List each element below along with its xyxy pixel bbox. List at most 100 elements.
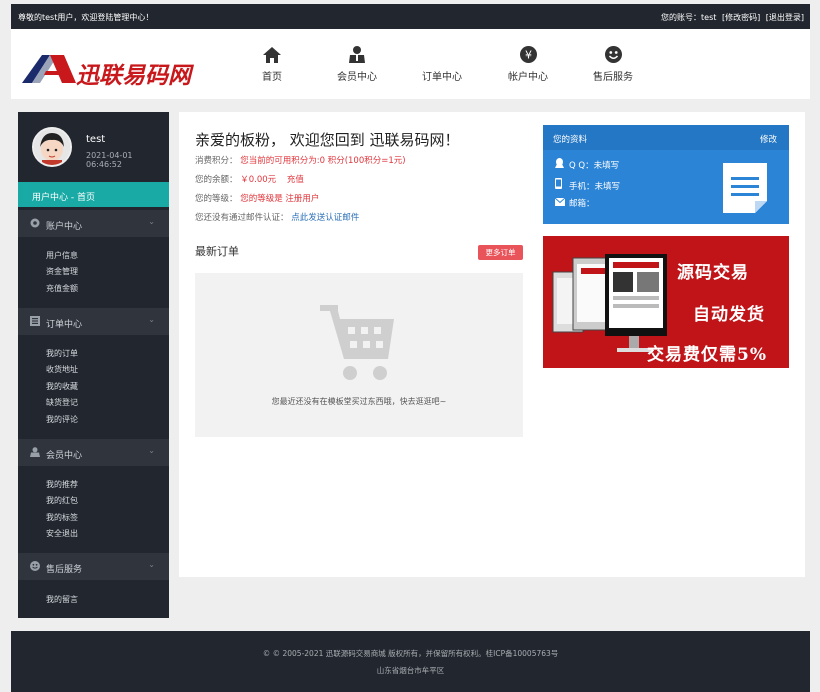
- phone-row: 手机：未填写: [555, 178, 620, 192]
- sidebar: test 2021-04-01 06:46:52 用户中心 - 首页 账户中心 …: [18, 112, 169, 618]
- sidebar-current-page[interactable]: 用户中心 - 首页: [18, 182, 169, 207]
- email-verify-label: 您还没有通过邮件认证：: [195, 213, 289, 223]
- chevron-down-icon: ⌄: [148, 315, 155, 324]
- sidebar-item-out-of-stock[interactable]: 缺货登记: [46, 395, 78, 411]
- copyright-text: © © 2005-2021 迅联源码交易商城 版权所有，并保留所有权利。桂ICP…: [262, 649, 559, 658]
- qq-value: 未填写: [593, 161, 620, 171]
- sidebar-item-user-info[interactable]: 用户信息: [46, 248, 78, 264]
- level-line: 您的等级： 您的等级是 注册用户: [195, 192, 319, 204]
- nav-account-center[interactable]: ¥ 帐户中心: [493, 41, 563, 83]
- qq-row: Q Q：未填写: [555, 158, 619, 171]
- smile-icon: [578, 41, 648, 63]
- member-icon: [322, 41, 392, 63]
- qq-icon: [555, 158, 569, 171]
- send-verification-link[interactable]: 点此发送认证邮件: [291, 213, 359, 223]
- mail-icon: [554, 197, 569, 209]
- sidebar-section-member[interactable]: 会员中心 ⌄: [18, 439, 169, 466]
- phone-label: 手机：: [569, 182, 595, 192]
- banner-line-2: 自动发货: [693, 305, 765, 325]
- chevron-down-icon: ⌄: [148, 560, 155, 569]
- profile-card-title: 您的资料: [553, 135, 588, 145]
- nav-home-label: 首页: [262, 72, 282, 83]
- logo-mark-icon: [22, 55, 76, 83]
- sidebar-item-tags[interactable]: 我的标签: [46, 510, 78, 526]
- change-password-link[interactable]: [修改密码]: [722, 13, 760, 22]
- profile-card-header: 您的资料 修改: [543, 125, 789, 150]
- sidebar-section-account[interactable]: 账户中心 ⌄: [18, 210, 169, 237]
- orders-empty-state: 您最近还没有在模板堂买过东西哦，快去逛逛吧~: [195, 273, 523, 437]
- account-links: 您的账号：test [修改密码] [退出登录]: [658, 12, 804, 23]
- sidebar-section-title: 售后服务: [46, 565, 83, 575]
- site-logo[interactable]: 迅联易码网: [20, 53, 192, 89]
- top-bar: 尊敬的test用户，欢迎登陆管理中心！ 您的账号：test [修改密码] [退出…: [11, 4, 810, 29]
- recharge-link[interactable]: 充值: [287, 175, 304, 185]
- sidebar-item-referrals[interactable]: 我的推荐: [46, 477, 78, 493]
- sidebar-after-sales-items: 我的留言: [46, 592, 78, 608]
- chevron-down-icon: ⌄: [148, 446, 155, 455]
- nav-after-sales[interactable]: 售后服务: [578, 41, 648, 83]
- sidebar-account-items: 用户信息 资金管理 充值金额: [46, 248, 78, 297]
- username: test: [86, 134, 106, 145]
- sidebar-section-after-sales[interactable]: 售后服务 ⌄: [18, 553, 169, 580]
- sidebar-item-coupons[interactable]: 我的红包: [46, 493, 78, 509]
- sidebar-section-title: 会员中心: [46, 451, 83, 461]
- svg-text:¥: ¥: [525, 49, 532, 62]
- sidebar-item-messages[interactable]: 我的留言: [46, 592, 78, 608]
- sidebar-item-my-orders[interactable]: 我的订单: [46, 346, 78, 362]
- phone-icon: [555, 178, 569, 192]
- welcome-text: 尊敬的test用户，欢迎登陆管理中心！: [18, 13, 154, 22]
- more-orders-button[interactable]: 更多订单: [478, 245, 523, 260]
- nav-member-center[interactable]: 会员中心: [322, 41, 392, 83]
- greeting-title: 亲爱的板粉， 欢迎您回到 迅联易码网！: [195, 131, 460, 149]
- banner-line-1: 源码交易: [677, 263, 749, 283]
- gear-icon: [30, 218, 40, 231]
- email-row: 邮箱：: [554, 197, 595, 209]
- nav-after-sales-label: 售后服务: [593, 72, 633, 83]
- logo-text: 迅联易码网: [76, 63, 191, 89]
- yen-icon: ¥: [493, 41, 563, 63]
- main-content: 亲爱的板粉， 欢迎您回到 迅联易码网！ 消费积分： 您当前的可用积分为:0 积分…: [179, 112, 805, 577]
- sidebar-order-items: 我的订单 收货地址 我的收藏 缺货登记 我的评论: [46, 346, 78, 428]
- profile-card: 您的资料 修改 Q Q：未填写 手机：未填写 邮箱：: [543, 125, 789, 224]
- user-icon: [30, 447, 40, 460]
- balance-line: 您的余额： ￥0.00元 充值: [195, 173, 304, 185]
- nav-account-label: 帐户中心: [508, 72, 548, 83]
- sidebar-section-title: 账户中心: [46, 222, 83, 232]
- sidebar-item-reviews[interactable]: 我的评论: [46, 412, 78, 428]
- sidebar-item-favorites[interactable]: 我的收藏: [46, 379, 78, 395]
- header: 迅联易码网 首页 会员中心 订单中心 ¥ 帐户中心 售后服务: [11, 29, 810, 99]
- chevron-down-icon: ⌄: [148, 217, 155, 226]
- list-icon: [30, 316, 40, 329]
- sidebar-item-funds[interactable]: 资金管理: [46, 264, 78, 280]
- level-label: 您的等级：: [195, 194, 238, 204]
- points-value: 您当前的可用积分为:0 积分(100积分=1元): [240, 156, 406, 166]
- points-line: 消费积分： 您当前的可用积分为:0 积分(100积分=1元): [195, 154, 406, 166]
- qq-label: Q Q：: [569, 161, 594, 171]
- nav-home[interactable]: 首页: [237, 41, 307, 83]
- smile-icon: [30, 561, 40, 574]
- order-icon: [407, 41, 477, 63]
- balance-label: 您的余额：: [195, 175, 238, 185]
- level-value: 您的等级是 注册用户: [240, 194, 320, 204]
- sidebar-section-orders[interactable]: 订单中心 ⌄: [18, 308, 169, 335]
- account-label: 您的账号：test: [661, 13, 717, 22]
- promo-banner[interactable]: 源码交易 自动发货 交易费仅需5%: [543, 236, 789, 368]
- nav-order-center[interactable]: 订单中心: [407, 41, 477, 83]
- latest-orders-title: 最新订单: [195, 245, 239, 258]
- balance-value: ￥0.00元: [240, 175, 277, 185]
- sidebar-item-recharge[interactable]: 充值金额: [46, 281, 78, 297]
- sidebar-item-logout[interactable]: 安全退出: [46, 526, 78, 542]
- sidebar-item-address[interactable]: 收货地址: [46, 362, 78, 378]
- banner-line-3: 交易费仅需5%: [647, 345, 767, 365]
- points-label: 消费积分：: [195, 156, 238, 166]
- empty-orders-text: 您最近还没有在模板堂买过东西哦，快去逛逛吧~: [271, 397, 447, 406]
- home-icon: [237, 41, 307, 63]
- user-profile: test 2021-04-01 06:46:52: [18, 112, 169, 182]
- logout-link[interactable]: [退出登录]: [766, 13, 804, 22]
- edit-profile-link[interactable]: 修改: [760, 133, 777, 145]
- login-time: 2021-04-01 06:46:52: [86, 151, 133, 169]
- avatar[interactable]: [32, 127, 72, 167]
- footer: © © 2005-2021 迅联源码交易商城 版权所有，并保留所有权利。桂ICP…: [11, 631, 810, 692]
- cart-icon: [320, 305, 394, 380]
- email-verify-line: 您还没有通过邮件认证： 点此发送认证邮件: [195, 211, 359, 223]
